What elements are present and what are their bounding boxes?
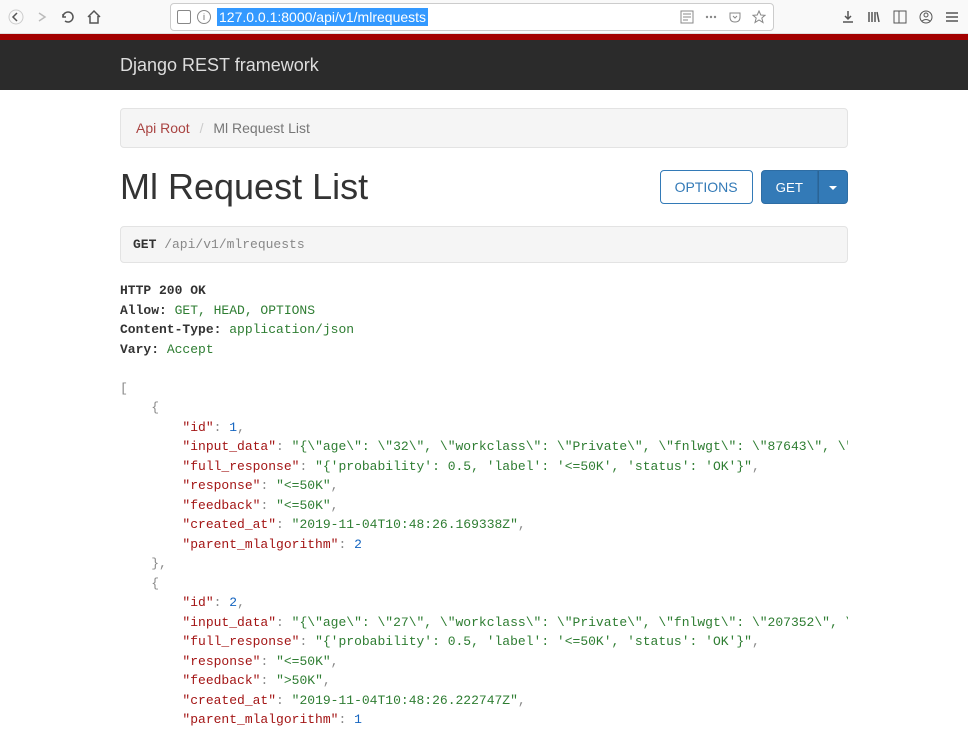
reload-icon[interactable] — [60, 9, 76, 25]
forward-icon[interactable] — [34, 9, 50, 25]
more-icon[interactable] — [703, 9, 719, 25]
info-icon[interactable]: i — [197, 10, 211, 24]
home-icon[interactable] — [86, 9, 102, 25]
pocket-icon[interactable] — [727, 9, 743, 25]
navbar-brand[interactable]: Django REST framework — [120, 55, 319, 76]
back-icon[interactable] — [8, 9, 24, 25]
download-icon[interactable] — [840, 9, 856, 25]
breadcrumb-current: Ml Request List — [213, 120, 309, 136]
menu-icon[interactable] — [944, 9, 960, 25]
library-icon[interactable] — [866, 9, 882, 25]
breadcrumb: Api Root / Ml Request List — [120, 108, 848, 148]
request-method: GET — [133, 237, 156, 252]
star-icon[interactable] — [751, 9, 767, 25]
page-title: Ml Request List — [120, 166, 368, 208]
url-text[interactable]: 127.0.0.1:8000/api/v1/mlrequests — [217, 9, 673, 25]
account-icon[interactable] — [918, 9, 934, 25]
get-dropdown-button[interactable] — [818, 170, 848, 204]
shield-icon[interactable] — [177, 10, 191, 24]
caret-icon — [829, 186, 837, 190]
breadcrumb-root[interactable]: Api Root — [136, 120, 190, 136]
get-button[interactable]: GET — [761, 170, 818, 204]
request-box: GET /api/v1/mlrequests — [120, 226, 848, 263]
reader-icon[interactable] — [679, 9, 695, 25]
response-box: HTTP 200 OK Allow: GET, HEAD, OPTIONS Co… — [120, 281, 848, 730]
sidebar-icon[interactable] — [892, 9, 908, 25]
options-button[interactable]: OPTIONS — [660, 170, 753, 204]
navbar: Django REST framework — [0, 40, 968, 90]
url-bar[interactable]: i 127.0.0.1:8000/api/v1/mlrequests — [170, 3, 774, 31]
request-path: /api/v1/mlrequests — [156, 237, 304, 252]
browser-toolbar: i 127.0.0.1:8000/api/v1/mlrequests — [0, 0, 968, 34]
breadcrumb-sep: / — [200, 120, 204, 136]
